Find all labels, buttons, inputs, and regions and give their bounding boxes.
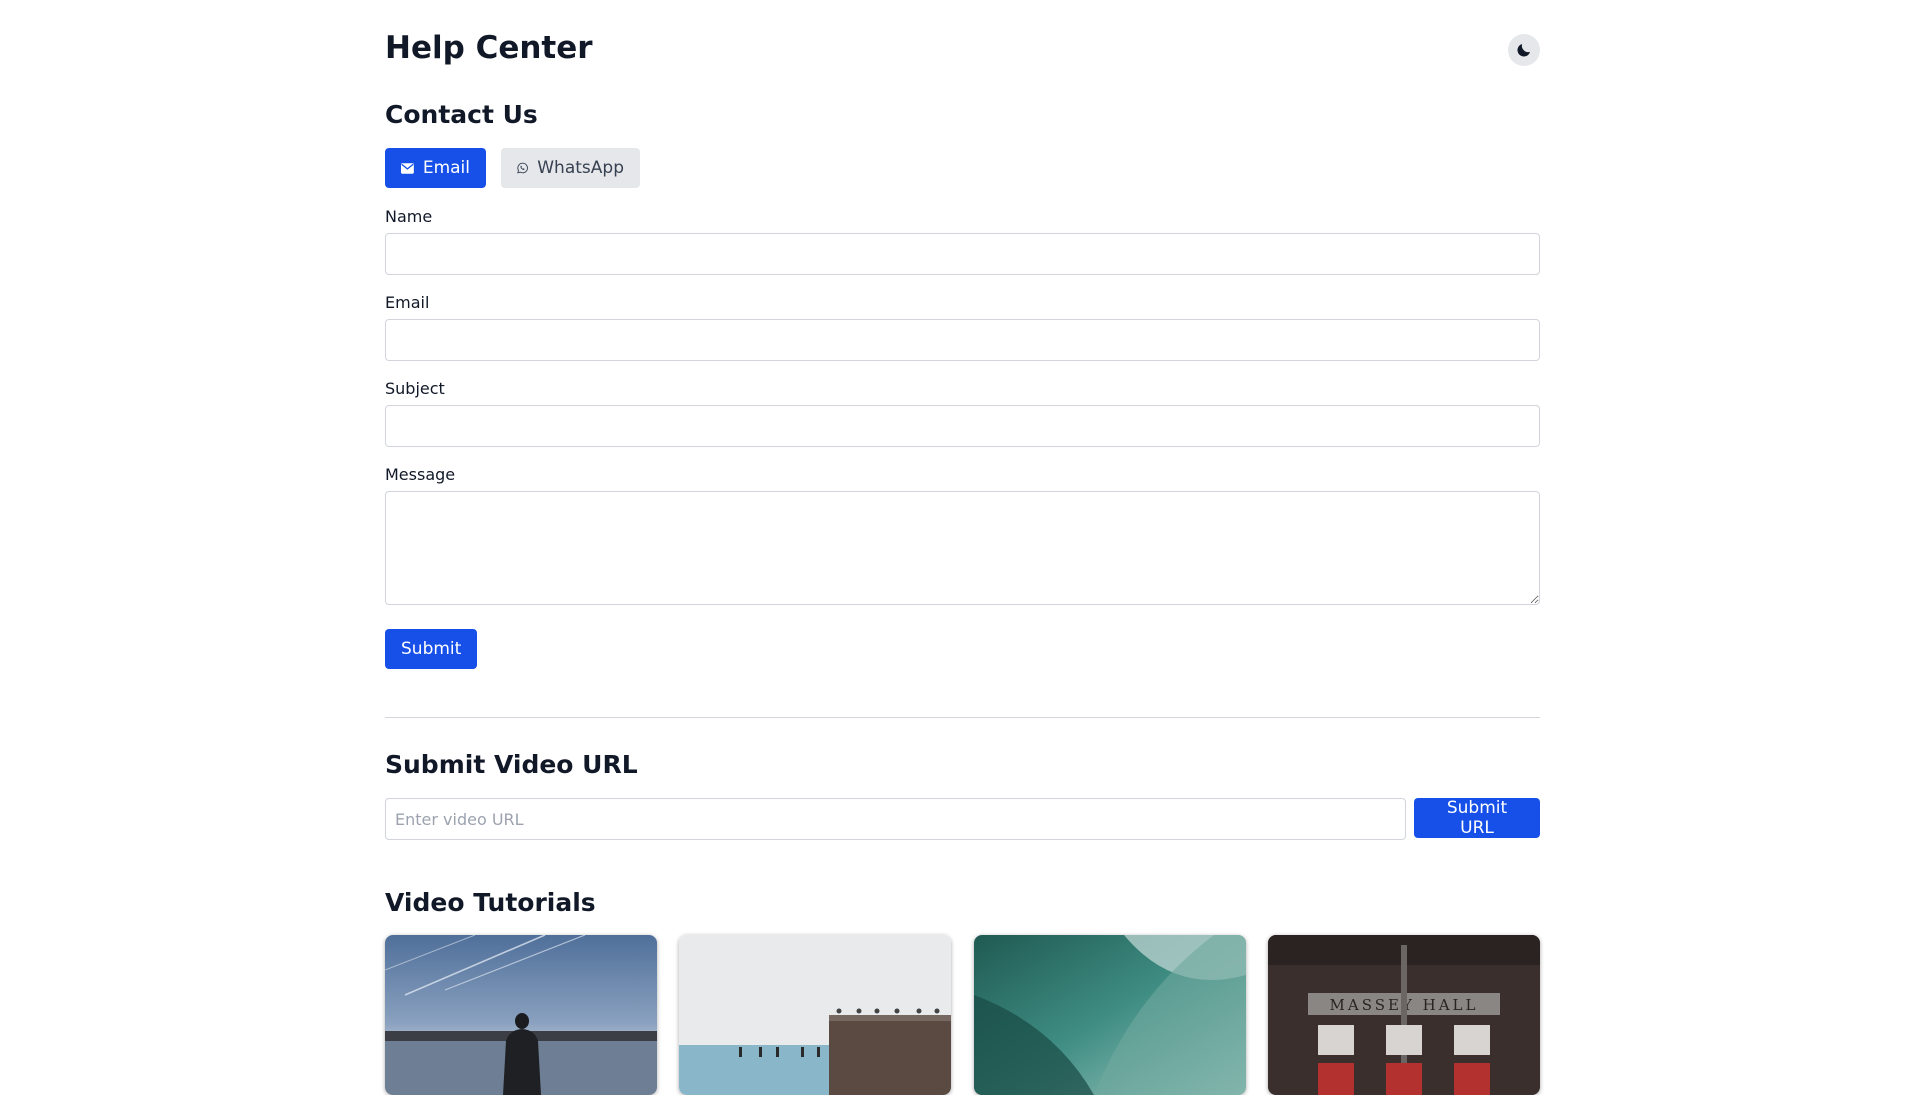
message-textarea[interactable] [385, 491, 1540, 605]
video-thumbnail-pier [679, 935, 951, 1095]
tab-email[interactable]: Email [385, 148, 486, 188]
moon-icon [1517, 44, 1530, 57]
email-label: Email [385, 293, 430, 312]
submit-video-url-title: Submit Video URL [385, 750, 638, 779]
video-thumbnail-hall: MASSEY HALL [1268, 935, 1540, 1095]
subject-input[interactable] [385, 405, 1540, 447]
video-card-2[interactable] [679, 935, 951, 1095]
video-card-1[interactable] [385, 935, 657, 1095]
email-input[interactable] [385, 319, 1540, 361]
tab-whatsapp[interactable]: WhatsApp [501, 148, 640, 188]
video-card-3[interactable] [974, 935, 1246, 1095]
tab-whatsapp-label: WhatsApp [537, 158, 624, 178]
whatsapp-icon [517, 162, 528, 174]
subject-label: Subject [385, 379, 445, 398]
page-header: Help Center [385, 28, 1540, 72]
video-card-4[interactable]: MASSEY HALL [1268, 935, 1540, 1095]
envelope-icon [401, 162, 414, 174]
submit-button[interactable]: Submit [385, 629, 478, 669]
tab-email-label: Email [422, 158, 470, 178]
video-thumbnail-wave [974, 935, 1246, 1095]
contact-us-title: Contact Us [385, 100, 538, 129]
video-url-input[interactable] [385, 798, 1406, 840]
video-thumbnail-lake [385, 935, 657, 1095]
section-divider [385, 717, 1540, 718]
video-tutorials-title: Video Tutorials [385, 888, 596, 917]
message-label: Message [385, 465, 456, 484]
page-title: Help Center [385, 30, 593, 66]
theme-toggle-button[interactable] [1508, 34, 1540, 66]
name-input[interactable] [385, 233, 1540, 275]
submit-url-button[interactable]: Submit URL [1414, 798, 1540, 838]
name-label: Name [385, 207, 433, 226]
